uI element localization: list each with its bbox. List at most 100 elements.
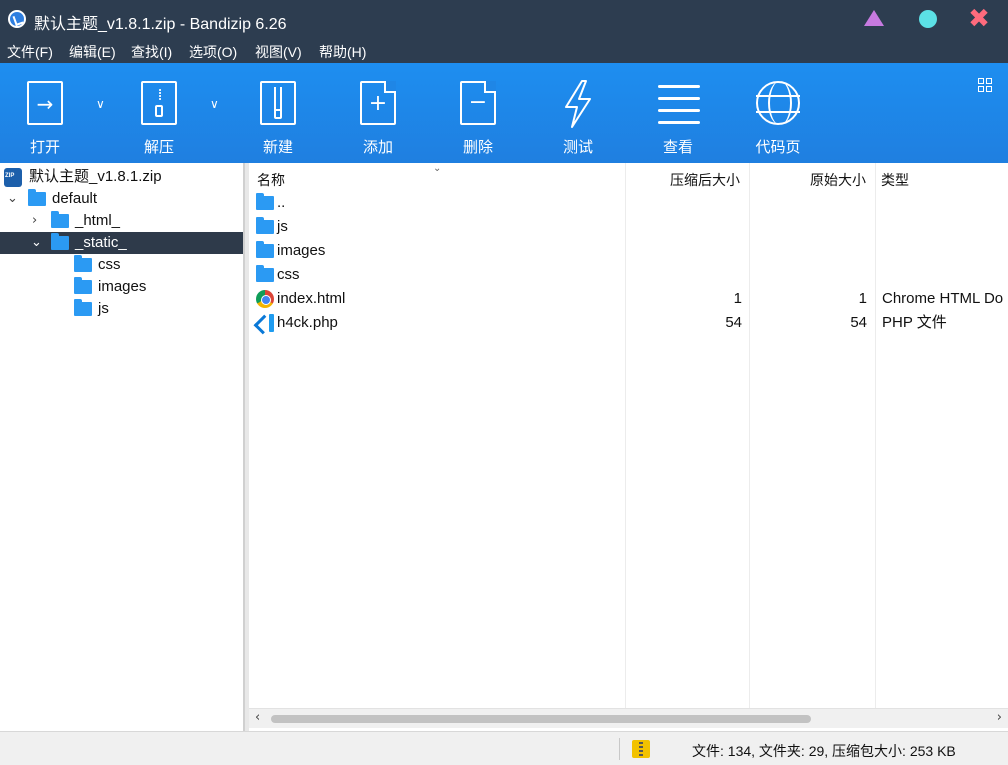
table-row[interactable]: images	[249, 239, 1008, 263]
status-bar: 文件: 134, 文件夹: 29, 压缩包大小: 253 KB	[0, 731, 1008, 765]
folder-tree: 默认主题_v1.8.1.zip ⌄ default › _html_ ⌄ _st…	[0, 163, 244, 731]
add-file-icon: +	[356, 79, 400, 129]
table-row[interactable]: js	[249, 215, 1008, 239]
sort-descending-icon: ⌄	[433, 163, 442, 174]
bandizip-app-icon	[8, 10, 26, 28]
maximize-button[interactable]	[917, 8, 939, 30]
menu-file[interactable]: 文件(F)	[7, 42, 53, 62]
tree-item-default[interactable]: ⌄ default	[0, 188, 243, 210]
file-list: 名称 ⌄ 压缩后大小 原始大小 类型 .. js images css inde…	[249, 163, 1008, 708]
scroll-left-icon[interactable]: ‹	[255, 710, 260, 725]
open-icon: →	[23, 79, 67, 129]
extract-label: 解压	[143, 139, 174, 156]
tree-item-archive-root[interactable]: 默认主题_v1.8.1.zip	[0, 165, 243, 188]
tree-item-label: css	[98, 256, 121, 273]
tree-item-html[interactable]: › _html_	[0, 210, 243, 232]
scrollbar-thumb[interactable]	[271, 715, 811, 723]
chevron-down-icon[interactable]: ⌄	[7, 188, 18, 210]
folder-icon	[74, 277, 92, 294]
column-header-compressed-size[interactable]: 压缩后大小	[670, 170, 740, 190]
extract-icon: ⁞	[137, 79, 181, 129]
tree-item-label: default	[52, 190, 98, 207]
open-label: 打开	[29, 139, 60, 156]
add-button[interactable]: + 添加	[338, 63, 418, 163]
folder-icon	[51, 211, 69, 228]
new-archive-button[interactable]: 新建	[238, 63, 318, 163]
horizontal-scrollbar[interactable]: ‹ ›	[249, 708, 1008, 728]
file-name: images	[277, 242, 326, 259]
new-archive-icon	[256, 79, 300, 129]
table-row[interactable]: css	[249, 263, 1008, 287]
chevron-right-icon[interactable]: ›	[32, 210, 37, 232]
tree-item-label: js	[98, 300, 109, 317]
file-name: h4ck.php	[277, 314, 338, 331]
column-header-original-size[interactable]: 原始大小	[810, 170, 866, 190]
tree-item-images[interactable]: images	[0, 276, 243, 298]
status-text: 文件: 134, 文件夹: 29, 压缩包大小: 253 KB	[692, 743, 956, 759]
delete-label: 删除	[462, 139, 493, 156]
delete-button[interactable]: − 删除	[438, 63, 518, 163]
status-divider	[619, 738, 620, 760]
folder-icon	[256, 217, 274, 234]
tree-item-label: images	[98, 278, 147, 295]
folder-icon	[74, 255, 92, 272]
minimize-button[interactable]	[863, 8, 885, 30]
toolbar: → 打开 ∨ ⁞ 解压 ∨ 新建 + 添加 − 删除 测试 查看 代码页	[0, 63, 1008, 163]
globe-icon	[756, 79, 800, 129]
folder-icon	[256, 193, 274, 210]
scroll-right-icon[interactable]: ›	[997, 710, 1002, 725]
tree-item-js[interactable]: js	[0, 298, 243, 320]
tree-item-label: _static_	[75, 234, 127, 251]
file-type: Chrome HTML Do	[882, 290, 1004, 307]
tree-item-label: 默认主题_v1.8.1.zip	[29, 168, 162, 185]
title-bar: 默认主题_v1.8.1.zip - Bandizip 6.26 ✖	[0, 0, 1008, 38]
table-row[interactable]: h4ck.php 54 54 PHP 文件	[249, 311, 1008, 335]
column-header-type[interactable]: 类型	[881, 170, 909, 190]
open-button[interactable]: → 打开	[5, 63, 85, 163]
extract-dropdown-icon[interactable]: ∨	[210, 97, 219, 111]
test-label: 测试	[562, 139, 593, 156]
folder-icon	[256, 241, 274, 258]
table-row[interactable]: index.html 1 1 Chrome HTML Do	[249, 287, 1008, 311]
file-name: js	[277, 218, 288, 235]
menu-options[interactable]: 选项(O)	[189, 42, 237, 62]
chrome-html-icon	[256, 290, 274, 308]
file-name: css	[277, 266, 300, 283]
menu-find[interactable]: 查找(I)	[131, 42, 172, 62]
test-button[interactable]: 测试	[538, 63, 618, 163]
archive-info-icon	[632, 740, 650, 758]
file-compressed-size: 1	[733, 290, 742, 307]
file-compressed-size: 54	[725, 314, 742, 331]
codepage-label: 代码页	[755, 139, 801, 156]
view-label: 查看	[662, 139, 693, 156]
close-button[interactable]: ✖	[968, 6, 990, 32]
list-header: 名称 ⌄ 压缩后大小 原始大小 类型	[249, 163, 1008, 193]
layout-grid-icon[interactable]	[978, 78, 994, 94]
window-title: 默认主题_v1.8.1.zip - Bandizip 6.26	[34, 16, 287, 33]
vscode-file-icon	[255, 313, 275, 333]
tree-item-static[interactable]: ⌄ _static_	[0, 232, 243, 254]
extract-button[interactable]: ⁞ 解压	[119, 63, 199, 163]
new-archive-label: 新建	[262, 139, 293, 156]
column-header-name[interactable]: 名称	[257, 170, 285, 190]
view-button[interactable]: 查看	[638, 63, 718, 163]
open-dropdown-icon[interactable]: ∨	[96, 97, 105, 111]
tree-item-label: _html_	[75, 212, 121, 229]
delete-file-icon: −	[456, 79, 500, 129]
codepage-button[interactable]: 代码页	[738, 63, 818, 163]
tree-item-css[interactable]: css	[0, 254, 243, 276]
add-label: 添加	[362, 139, 393, 156]
file-original-size: 54	[850, 314, 867, 331]
file-original-size: 1	[858, 290, 867, 307]
lightning-icon	[556, 79, 600, 129]
menu-bar: 文件(F) 编辑(E) 查找(I) 选项(O) 视图(V) 帮助(H)	[0, 38, 1008, 63]
file-name: index.html	[277, 290, 346, 307]
menu-view[interactable]: 视图(V)	[255, 42, 302, 62]
folder-icon	[28, 189, 46, 206]
menu-help[interactable]: 帮助(H)	[319, 42, 366, 62]
chevron-down-icon[interactable]: ⌄	[31, 232, 42, 254]
file-type: PHP 文件	[882, 314, 947, 331]
zip-archive-icon	[4, 165, 22, 187]
menu-edit[interactable]: 编辑(E)	[69, 42, 116, 62]
table-row[interactable]: ..	[249, 191, 1008, 215]
